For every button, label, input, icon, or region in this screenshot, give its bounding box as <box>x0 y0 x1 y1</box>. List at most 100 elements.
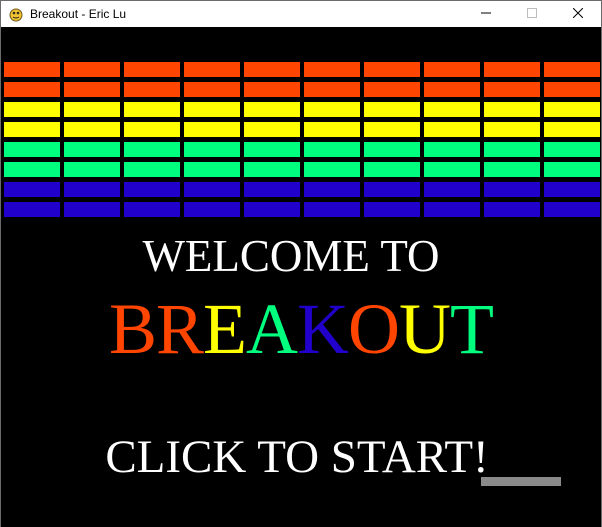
brick <box>244 62 300 77</box>
brick <box>484 122 540 137</box>
brick <box>244 82 300 97</box>
maximize-button[interactable] <box>509 1 555 27</box>
brick <box>64 82 120 97</box>
brick <box>544 142 600 157</box>
brick <box>544 122 600 137</box>
brick <box>184 182 240 197</box>
brick <box>544 202 600 217</box>
brick <box>484 182 540 197</box>
title-letter: K <box>297 289 349 369</box>
brick <box>544 82 600 97</box>
brick <box>4 122 60 137</box>
brick <box>364 202 420 217</box>
brick <box>304 182 360 197</box>
brick <box>4 182 60 197</box>
brick <box>124 182 180 197</box>
brick <box>544 102 600 117</box>
brick <box>184 62 240 77</box>
brick <box>184 142 240 157</box>
brick <box>124 82 180 97</box>
brick <box>4 102 60 117</box>
close-icon <box>572 5 584 23</box>
brick <box>304 202 360 217</box>
brick <box>184 162 240 177</box>
game-canvas[interactable]: WELCOME TO BREAKOUT CLICK TO START! <box>1 27 601 527</box>
brick <box>244 142 300 157</box>
brick <box>64 182 120 197</box>
minimize-icon <box>481 5 491 23</box>
title-bar[interactable]: Breakout - Eric Lu <box>1 1 601 27</box>
welcome-text: WELCOME TO <box>142 231 440 281</box>
brick <box>424 162 480 177</box>
brick <box>64 202 120 217</box>
brick <box>244 182 300 197</box>
brick <box>4 202 60 217</box>
brick-wall <box>1 27 601 227</box>
title-letter: T <box>450 289 494 369</box>
brick <box>424 182 480 197</box>
brick <box>244 202 300 217</box>
title-letter: R <box>156 289 204 369</box>
brick <box>484 62 540 77</box>
brick <box>4 142 60 157</box>
window-title: Breakout - Eric Lu <box>30 7 127 21</box>
brick <box>484 82 540 97</box>
brick <box>244 122 300 137</box>
brick <box>364 62 420 77</box>
brick <box>484 142 540 157</box>
paddle[interactable] <box>481 477 561 486</box>
minimize-button[interactable] <box>463 1 509 27</box>
brick <box>184 202 240 217</box>
brick <box>304 82 360 97</box>
brick <box>364 142 420 157</box>
window-controls <box>463 1 601 27</box>
brick <box>64 162 120 177</box>
brick <box>184 102 240 117</box>
brick <box>364 102 420 117</box>
brick <box>424 102 480 117</box>
breakout-title: BREAKOUT <box>1 289 601 369</box>
brick <box>484 162 540 177</box>
brick <box>424 122 480 137</box>
brick <box>304 62 360 77</box>
brick <box>124 142 180 157</box>
brick <box>184 122 240 137</box>
brick <box>364 82 420 97</box>
title-letter: B <box>108 289 157 369</box>
brick <box>124 62 180 77</box>
brick <box>364 122 420 137</box>
pygame-snake-icon <box>8 6 24 22</box>
title-letter: A <box>246 289 298 369</box>
brick <box>244 162 300 177</box>
brick <box>544 62 600 77</box>
brick <box>304 142 360 157</box>
brick <box>544 162 600 177</box>
brick <box>64 122 120 137</box>
brick <box>124 102 180 117</box>
brick <box>244 102 300 117</box>
close-button[interactable] <box>555 1 601 27</box>
brick <box>124 202 180 217</box>
brick <box>484 202 540 217</box>
brick <box>64 142 120 157</box>
title-letter: O <box>348 289 400 369</box>
title-letter: U <box>399 289 451 369</box>
brick <box>424 142 480 157</box>
brick <box>304 102 360 117</box>
brick <box>4 82 60 97</box>
brick <box>64 102 120 117</box>
brick <box>424 82 480 97</box>
brick <box>304 122 360 137</box>
brick <box>364 162 420 177</box>
brick <box>364 182 420 197</box>
brick <box>424 62 480 77</box>
brick <box>484 102 540 117</box>
brick <box>124 162 180 177</box>
brick <box>424 202 480 217</box>
brick <box>64 62 120 77</box>
title-letter: E <box>203 289 247 369</box>
maximize-icon <box>527 5 537 23</box>
brick <box>184 82 240 97</box>
brick <box>544 182 600 197</box>
brick <box>304 162 360 177</box>
